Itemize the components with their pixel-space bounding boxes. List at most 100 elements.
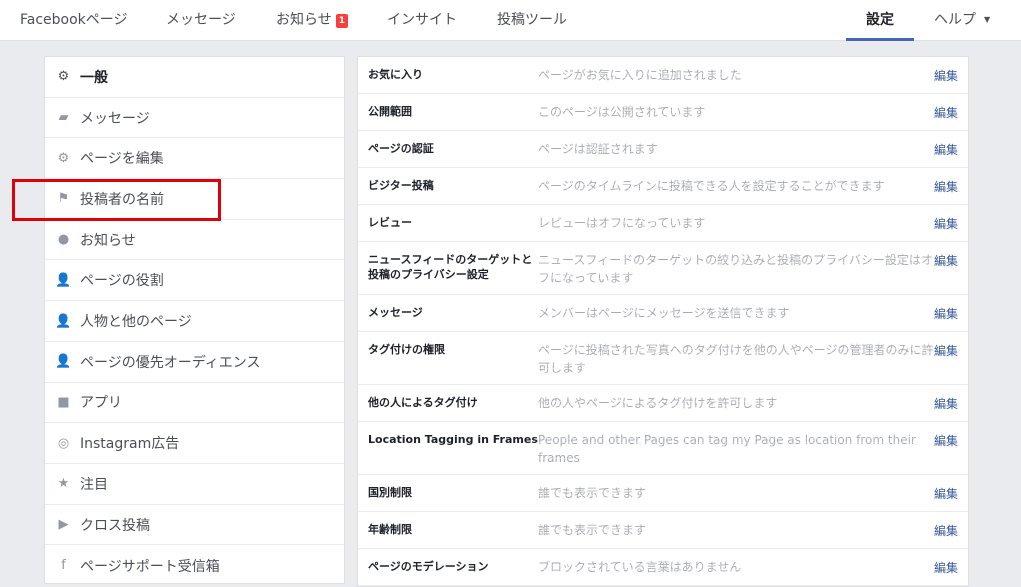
nav-page[interactable]: Facebookページ [20,0,128,41]
settings-row-favorites: お気に入り ページがお気に入りに追加されました 編集 [358,57,968,94]
nav-notifications-label: お知らせ [276,12,332,28]
highlight-box [12,179,221,221]
caret-down-icon: ▼ [984,15,991,24]
sidebar-item-label: 一般 [80,69,108,86]
edit-link[interactable]: 編集 [934,104,958,121]
sidebar-item-label: 注目 [80,476,108,493]
edit-link[interactable]: 編集 [934,395,958,412]
sidebar-item-edit-page[interactable]: ⚙ ページを編集 [45,138,344,180]
row-label: メッセージ [368,306,423,319]
settings-row-page-moderation: ページのモデレーション ブロックされている言葉はありません 編集 [358,549,968,586]
edit-link[interactable]: 編集 [934,559,958,576]
settings-row-others-tagging: 他の人によるタグ付け 他の人やページによるタグ付けを許可します 編集 [358,385,968,422]
notification-badge: 1 [335,14,348,28]
row-value: レビューはオフになっています [538,216,706,230]
row-label: ページのモデレーション [368,560,489,573]
row-value: 誰でも表示できます [538,523,647,537]
sidebar-item-label: ページの優先オーディエンス [80,354,261,371]
settings-sidebar: ⚙ 一般 ▰ メッセージ ⚙ ページを編集 ⚑ 投稿者の名前 ● お知らせ 👤 … [44,56,345,584]
person-plus-icon: 👤 [55,354,72,370]
nav-help[interactable]: ヘルプ ▼ [934,0,990,41]
row-value: People and other Pages can tag my Page a… [538,433,916,465]
row-value: ページは認証されます [538,142,658,156]
sidebar-item-messages[interactable]: ▰ メッセージ [45,98,344,139]
instagram-icon: ◎ [57,435,70,451]
nav-notifications[interactable]: お知らせ 1 [276,0,348,41]
sidebar-item-notifications[interactable]: ● お知らせ [45,220,344,261]
settings-panel: お気に入り ページがお気に入りに追加されました 編集 公開範囲 このページは公開… [357,56,969,587]
row-value: 誰でも表示できます [538,486,647,500]
settings-row-location-tagging: Location Tagging in Frames People and ot… [358,422,968,475]
row-label: お気に入り [368,68,423,81]
settings-row-country-restrictions: 国別制限 誰でも表示できます 編集 [358,475,968,512]
sidebar-item-apps[interactable]: ■ アプリ [45,383,344,424]
globe-icon: ● [57,232,70,248]
settings-row-reviews: レビュー レビューはオフになっています 編集 [358,205,968,242]
sidebar-item-featured[interactable]: ★ 注目 [45,464,344,505]
sidebar-item-label: メッセージ [80,110,150,127]
sidebar-item-label: お知らせ [80,232,136,249]
row-label: 国別制限 [368,486,412,499]
settings-row-age-restrictions: 年齢制限 誰でも表示できます 編集 [358,512,968,549]
row-value: ニュースフィードのターゲットの絞り込みと投稿のプライバシー設定はオフになっていま… [538,253,933,285]
row-value: ページに投稿された写真へのタグ付けを他の人やページの管理者のみに許可します [538,343,934,375]
sidebar-item-label: ページサポート受信箱 [80,558,220,575]
edit-link[interactable]: 編集 [934,178,958,195]
sidebar-item-crossposting[interactable]: ▶ クロス投稿 [45,505,344,546]
sidebar-item-label: 人物と他のページ [80,314,192,331]
row-value: ページのタイムラインに投稿できる人を設定することができます [538,179,885,193]
settings-row-visitor-posts: ビジター投稿 ページのタイムラインに投稿できる人を設定することができます 編集 [358,168,968,205]
settings-row-news-feed-targeting: ニュースフィードのターゲットと投稿のプライバシー設定 ニュースフィードのターゲッ… [358,242,968,295]
row-label: 他の人によるタグ付け [368,396,478,409]
row-label: Location Tagging in Frames [368,433,538,446]
edit-link[interactable]: 編集 [934,215,958,232]
sidebar-item-label: ページを編集 [80,151,164,168]
edit-link[interactable]: 編集 [934,432,958,449]
nav-settings[interactable]: 設定 [866,0,894,41]
row-value: ページがお気に入りに追加されました [538,68,742,82]
edit-link[interactable]: 編集 [934,67,958,84]
edit-link[interactable]: 編集 [934,305,958,322]
sidebar-item-label: アプリ [80,395,122,412]
row-value: このページは公開されています [538,105,706,119]
settings-row-verification: ページの認証 ページは認証されます 編集 [358,131,968,168]
row-label: タグ付けの権限 [368,343,445,356]
nav-help-label: ヘルプ [934,12,976,28]
edit-link[interactable]: 編集 [934,141,958,158]
star-icon: ★ [57,476,70,492]
row-label: 公開範囲 [368,105,412,118]
row-label: ビジター投稿 [368,179,434,192]
row-label: ページの認証 [368,142,434,155]
row-value: ブロックされている言葉はありません [538,560,742,574]
top-navigation: Facebookページ メッセージ お知らせ 1 インサイト 投稿ツール 設定 ヘ… [0,0,1021,41]
nav-messages[interactable]: メッセージ [166,0,236,41]
message-icon: ▰ [58,110,69,126]
sidebar-item-instagram-ads[interactable]: ◎ Instagram広告 [45,423,344,464]
settings-row-visibility: 公開範囲 このページは公開されています 編集 [358,94,968,131]
person-icon: 👤 [55,272,72,288]
sidebar-item-people-and-pages[interactable]: 👤 人物と他のページ [45,301,344,342]
edit-link[interactable]: 編集 [934,342,958,359]
settings-row-messages: メッセージ メンバーはページにメッセージを送信できます 編集 [358,295,968,332]
sidebar-item-page-roles[interactable]: 👤 ページの役割 [45,261,344,302]
edit-link[interactable]: 編集 [934,485,958,502]
settings-row-tagging-ability: タグ付けの権限 ページに投稿された写真へのタグ付けを他の人やページの管理者のみに… [358,332,968,385]
sidebar-item-preferred-audience[interactable]: 👤 ページの優先オーディエンス [45,342,344,383]
row-label: ニュースフィードのターゲットと投稿のプライバシー設定 [368,253,533,281]
sidebar-item-support-inbox[interactable]: f ページサポート受信箱 [45,545,344,586]
edit-link[interactable]: 編集 [934,252,958,269]
gear-icon: ⚙ [57,69,70,85]
gear-icon: ⚙ [57,150,70,166]
sidebar-item-label: ページの役割 [80,273,164,290]
facebook-icon: f [61,558,66,574]
sidebar-item-general[interactable]: ⚙ 一般 [45,57,344,98]
nav-insights[interactable]: インサイト [387,0,457,41]
sidebar-item-label: クロス投稿 [80,517,150,534]
edit-link[interactable]: 編集 [934,522,958,539]
nav-active-underline [846,38,914,41]
row-value: 他の人やページによるタグ付けを許可します [538,396,778,410]
row-label: レビュー [368,216,412,229]
row-value: メンバーはページにメッセージを送信できます [538,306,790,320]
person-plus-icon: 👤 [55,313,72,329]
nav-publishing-tools[interactable]: 投稿ツール [497,0,567,41]
